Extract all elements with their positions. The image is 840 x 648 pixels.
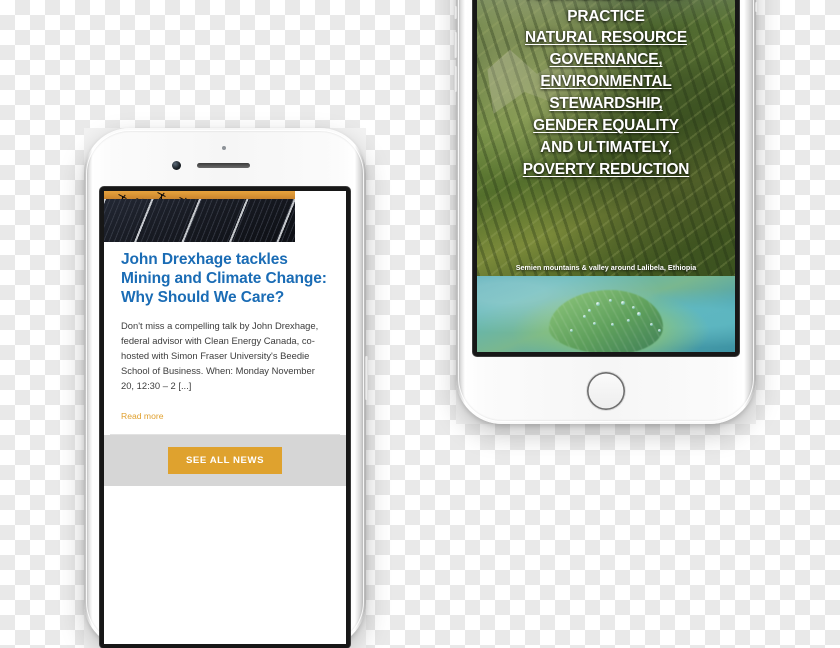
news-card: John Drexhage tackles Mining and Climate…: [104, 191, 346, 435]
hero-headline-line: POVERTY REDUCTION: [522, 160, 690, 178]
article-body: John Drexhage tackles Mining and Climate…: [104, 242, 346, 434]
bubble-icon: [649, 323, 653, 327]
hero-headline-line: PRACTICE: [567, 7, 645, 25]
screenshot-stage: John Drexhage tackles Mining and Climate…: [0, 0, 840, 648]
power-button[interactable]: [755, 2, 758, 12]
hero-headline-line: GOVERNANCE,: [549, 51, 663, 69]
news-footer: SEE ALL NEWS: [104, 435, 346, 487]
read-more-link[interactable]: Read more: [121, 411, 164, 421]
hero-headline-line: NATURAL RESOURCE: [524, 29, 688, 47]
underwater-leaf-image: [477, 276, 735, 352]
power-button[interactable]: [365, 356, 368, 400]
article-hero-image: [104, 191, 296, 242]
hero-headline-line: STEWARDSHIP,: [549, 95, 663, 112]
bubble-icon: [593, 321, 597, 325]
article-title[interactable]: John Drexhage tackles Mining and Climate…: [121, 250, 330, 307]
front-camera-icon: [172, 161, 181, 170]
bubble-icon: [595, 301, 600, 306]
hero-headline-line: AND ULTIMATELY,: [540, 138, 672, 156]
ring-silent-switch[interactable]: [454, 6, 457, 19]
bubble-icon: [587, 308, 591, 312]
article-excerpt: Don't miss a compelling talk by John Dre…: [121, 320, 319, 392]
earpiece-speaker-icon: [197, 163, 250, 168]
hero-text-overlay: EXCHANGING KNOWLEDGE AND EXPERTISE WITH …: [477, 0, 735, 276]
right-phone-mockup: EXCHANGING KNOWLEDGE AND EXPERTISE WITH …: [454, 0, 758, 424]
see-all-news-button[interactable]: SEE ALL NEWS: [167, 447, 283, 475]
right-phone-screen-bezel: EXCHANGING KNOWLEDGE AND EXPERTISE WITH …: [473, 0, 739, 356]
bubble-icon: [657, 329, 661, 333]
volume-down-button[interactable]: [454, 66, 457, 92]
mountain-hero-image: EXCHANGING KNOWLEDGE AND EXPERTISE WITH …: [477, 0, 735, 276]
news-page: John Drexhage tackles Mining and Climate…: [104, 191, 346, 644]
solar-panel-array: [104, 199, 296, 242]
hero-headline-line: ENVIRONMENTAL: [540, 73, 672, 91]
bubble-icon: [582, 314, 586, 318]
photo-caption: Semien mountains & valley around Lalibel…: [515, 263, 697, 272]
hero-headline-line: GENDER EQUALITY: [533, 116, 679, 134]
left-phone-screen-bezel: John Drexhage tackles Mining and Climate…: [100, 187, 350, 648]
left-phone-screen: John Drexhage tackles Mining and Climate…: [104, 191, 346, 644]
hero-page: EXCHANGING KNOWLEDGE AND EXPERTISE WITH …: [477, 0, 735, 352]
home-button[interactable]: [587, 372, 625, 410]
proximity-sensor-icon: [222, 146, 226, 150]
page-blank-area: [104, 486, 346, 644]
volume-up-button[interactable]: [454, 32, 457, 58]
left-phone-mockup: John Drexhage tackles Mining and Climate…: [84, 128, 368, 648]
bubble-icon: [608, 298, 612, 302]
right-phone-screen: EXCHANGING KNOWLEDGE AND EXPERTISE WITH …: [477, 0, 735, 352]
